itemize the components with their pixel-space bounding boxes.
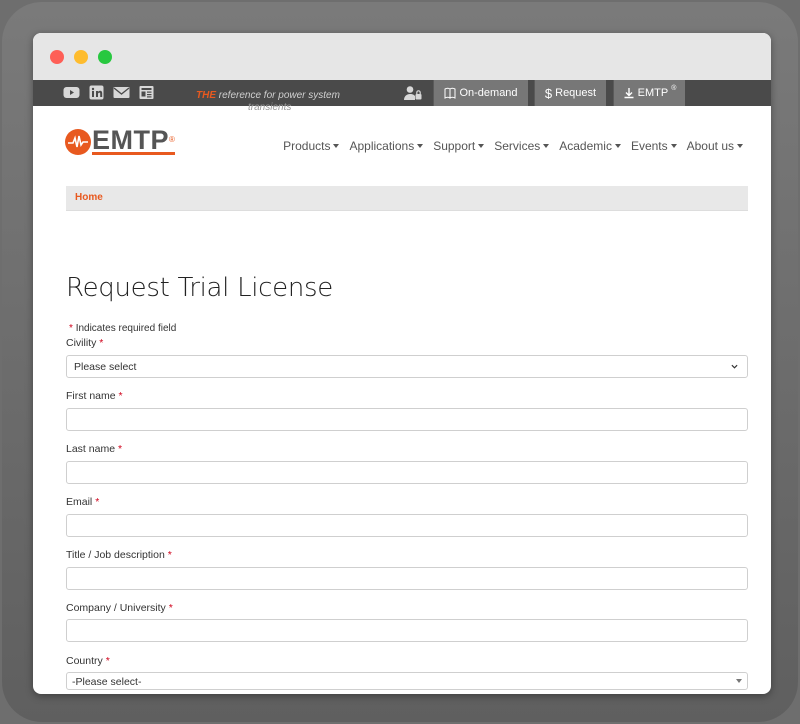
caret-down-icon <box>478 144 485 148</box>
caret-down-icon <box>543 144 550 148</box>
title-bar <box>33 33 771 80</box>
page-title: Request Trial License <box>66 273 333 303</box>
civility-select[interactable]: Please select <box>66 355 748 378</box>
tagline-strong: THE <box>196 90 216 101</box>
caret-down-icon <box>333 144 340 148</box>
emtp-download-label: EMTP <box>637 87 669 99</box>
caret-down-icon <box>670 144 677 148</box>
last-name-label: Last name * <box>66 443 123 455</box>
caret-down-icon <box>614 144 621 148</box>
close-window-button[interactable] <box>50 50 64 64</box>
country-label: Country * <box>66 655 110 667</box>
download-icon <box>624 88 634 99</box>
civility-value: Please select <box>74 361 137 373</box>
caret-down-icon <box>737 144 743 148</box>
logo-wave-icon <box>65 128 91 155</box>
emtp-registered: ® <box>671 85 677 92</box>
site-header: EMTP® Products Applications Support Serv… <box>33 106 771 170</box>
breadcrumb-home[interactable]: Home <box>75 192 103 203</box>
device-frame: THE reference for power system transient… <box>2 2 798 722</box>
email-field[interactable] <box>66 514 748 537</box>
company-field[interactable] <box>66 619 748 642</box>
email-label: Email * <box>66 496 100 508</box>
request-button[interactable]: $ Request <box>534 80 606 106</box>
mail-icon[interactable] <box>113 85 130 100</box>
on-demand-label: On-demand <box>459 87 518 99</box>
browser-window: THE reference for power system transient… <box>33 33 771 694</box>
user-lock-icon[interactable] <box>403 85 423 101</box>
required-note: * Indicates required field <box>69 323 177 334</box>
logo-text: EMTP® <box>92 125 176 155</box>
social-links <box>63 85 155 100</box>
top-bar: THE reference for power system transient… <box>33 80 771 113</box>
minimize-window-button[interactable] <box>74 50 88 64</box>
caret-down-icon <box>417 144 424 148</box>
civility-label: Civility * <box>66 337 104 349</box>
nav-applications[interactable]: Applications <box>349 139 424 153</box>
maximize-window-button[interactable] <box>98 50 112 64</box>
last-name-field[interactable] <box>66 461 748 484</box>
nav-events[interactable]: Events <box>631 139 677 153</box>
nav-products[interactable]: Products <box>283 139 340 153</box>
request-label: Request <box>555 87 597 99</box>
on-demand-button[interactable]: On-demand <box>433 80 528 106</box>
first-name-label: First name * <box>66 390 123 402</box>
main-nav: Products Applications Support Services A… <box>283 139 743 153</box>
job-title-field[interactable] <box>66 567 748 590</box>
youtube-icon[interactable] <box>63 85 80 100</box>
book-icon <box>444 87 456 99</box>
linkedin-icon[interactable] <box>88 85 105 100</box>
company-label: Company / University * <box>66 602 173 614</box>
emtp-logo[interactable]: EMTP® <box>65 125 176 155</box>
emtp-download-button[interactable]: EMTP ® <box>613 80 685 106</box>
first-name-field[interactable] <box>66 408 748 431</box>
dollar-icon: $ <box>544 85 553 101</box>
nav-academic[interactable]: Academic <box>559 139 621 153</box>
nav-about-us[interactable]: About us <box>687 139 743 153</box>
breadcrumb: Home <box>66 186 748 211</box>
country-select[interactable]: -Please select- <box>66 672 748 690</box>
country-value: -Please select- <box>72 676 142 688</box>
nav-support[interactable]: Support <box>433 139 485 153</box>
newsletter-icon[interactable] <box>138 85 155 100</box>
caret-down-icon <box>736 679 742 683</box>
chevron-down-icon <box>731 364 738 369</box>
job-title-label: Title / Job description * <box>66 549 172 561</box>
nav-services[interactable]: Services <box>494 139 550 153</box>
